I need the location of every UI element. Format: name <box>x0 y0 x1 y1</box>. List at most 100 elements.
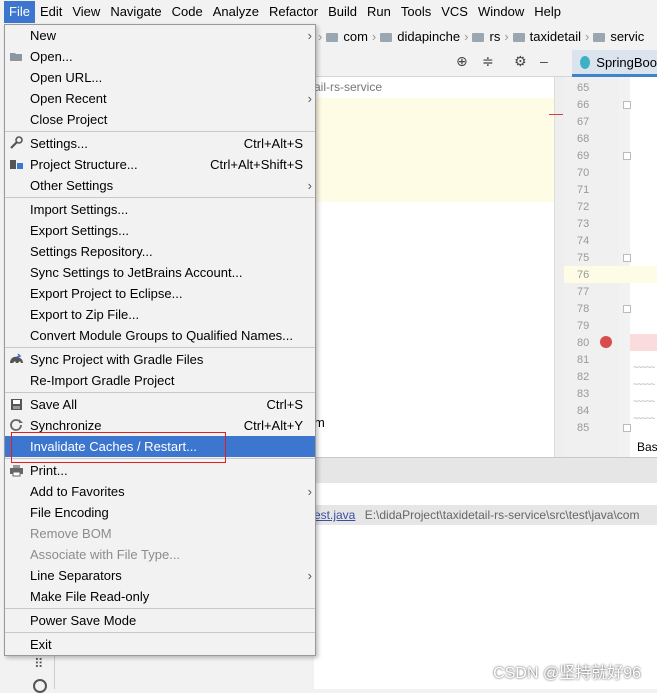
line-number: 75 <box>577 252 590 264</box>
breadcrumb-item[interactable]: com <box>343 29 368 44</box>
collapse-icon[interactable]: ≑ <box>482 53 494 70</box>
menu-analyze[interactable]: Analyze <box>208 1 264 23</box>
menu-item-project-structure[interactable]: Project Structure... Ctrl+Alt+Shift+S <box>5 154 315 175</box>
menu-item-label: Convert Module Groups to Qualified Names… <box>30 328 294 343</box>
menu-window[interactable]: Window <box>473 1 529 23</box>
warning-squiggle: ~~~~~ <box>633 413 655 423</box>
line-number: 78 <box>577 303 590 315</box>
line-number: 69 <box>577 150 590 162</box>
menu-view[interactable]: View <box>67 1 105 23</box>
menu-item-remove-bom: Remove BOM <box>5 523 315 544</box>
line-number: 80 <box>577 337 590 349</box>
breadcrumb-separator: › <box>318 28 323 44</box>
menu-item-label: Re-Import Gradle Project <box>30 373 175 388</box>
spring-boot-icon <box>580 55 591 69</box>
breadcrumb-item[interactable]: didapinche <box>397 29 460 44</box>
line-number: 70 <box>577 167 590 179</box>
breakpoint-icon[interactable] <box>600 336 612 348</box>
menu-navigate[interactable]: Navigate <box>105 1 166 23</box>
menu-item-open-recent[interactable]: Open Recent › <box>5 88 315 109</box>
menu-item-new[interactable]: New › <box>5 25 315 46</box>
breadcrumb-item[interactable]: servic <box>610 29 644 44</box>
menu-item-exit[interactable]: Exit <box>5 634 315 655</box>
menu-item-other-settings[interactable]: Other Settings › <box>5 175 315 196</box>
menu-item-label: Associate with File Type... <box>30 547 181 562</box>
submenu-arrow-icon: › <box>307 91 312 106</box>
run-file-link[interactable]: est.java <box>314 508 355 522</box>
submenu-arrow-icon: › <box>307 178 312 193</box>
menu-item-close-project[interactable]: Close Project <box>5 109 315 130</box>
menu-item-export-zip[interactable]: Export to Zip File... <box>5 304 315 325</box>
menu-vcs[interactable]: VCS <box>436 1 473 23</box>
menu-tools[interactable]: Tools <box>396 1 436 23</box>
menu-item-add-favorites[interactable]: Add to Favorites › <box>5 481 315 502</box>
wrench-icon <box>10 136 23 149</box>
menu-run[interactable]: Run <box>362 1 396 23</box>
submenu-arrow-icon: › <box>307 28 312 43</box>
fold-icon[interactable] <box>623 305 631 313</box>
menu-item-label: Other Settings <box>30 178 114 193</box>
line-number: 83 <box>577 388 590 400</box>
menu-separator <box>5 131 315 132</box>
menu-item-print[interactable]: Print... <box>5 460 315 481</box>
gear-icon[interactable]: ⚙ <box>514 53 527 70</box>
editor-tab[interactable]: SpringBoo <box>572 50 657 77</box>
hide-icon[interactable]: – <box>540 53 548 69</box>
breadcrumb-separator: › <box>464 28 469 44</box>
menu-file[interactable]: File <box>4 1 35 23</box>
menu-help[interactable]: Help <box>529 1 566 23</box>
favorites-icon[interactable] <box>33 679 47 693</box>
menu-item-export-settings[interactable]: Export Settings... <box>5 220 315 241</box>
menu-item-sync-jetbrains[interactable]: Sync Settings to JetBrains Account... <box>5 262 315 283</box>
line-number: 66 <box>577 99 590 111</box>
breadcrumb-separator: › <box>504 28 509 44</box>
menu-item-reimport-gradle[interactable]: Re-Import Gradle Project <box>5 370 315 391</box>
menu-item-label: New <box>30 28 57 43</box>
bottom-panel-header <box>314 457 657 484</box>
menu-item-line-separators[interactable]: Line Separators › <box>5 565 315 586</box>
menu-item-settings[interactable]: Settings... Ctrl+Alt+S <box>5 133 315 154</box>
shortcut-label: Ctrl+Alt+S <box>243 136 303 151</box>
menu-item-label: Settings Repository... <box>30 244 153 259</box>
menu-refactor[interactable]: Refactor <box>264 1 323 23</box>
menu-item-make-readonly[interactable]: Make File Read-only <box>5 586 315 607</box>
breadcrumb-separator: › <box>584 28 590 44</box>
menu-item-export-eclipse[interactable]: Export Project to Eclipse... <box>5 283 315 304</box>
menu-item-settings-repository[interactable]: Settings Repository... <box>5 241 315 262</box>
menu-item-label: Export Settings... <box>30 223 129 238</box>
printer-icon <box>10 465 23 477</box>
menu-item-import-settings[interactable]: Import Settings... <box>5 199 315 220</box>
menu-item-label: Add to Favorites <box>30 484 125 499</box>
menu-item-convert-module[interactable]: Convert Module Groups to Qualified Names… <box>5 325 315 346</box>
warning-squiggle: ~~~~~ <box>633 362 655 372</box>
menu-item-label: Save All <box>30 397 77 412</box>
menu-item-label: Close Project <box>30 112 108 127</box>
menu-item-open-url[interactable]: Open URL... <box>5 67 315 88</box>
breadcrumb-item[interactable]: taxidetail <box>530 29 581 44</box>
menu-build[interactable]: Build <box>323 1 362 23</box>
menu-code[interactable]: Code <box>167 1 208 23</box>
menu-item-label: Make File Read-only <box>30 589 150 604</box>
refresh-icon <box>10 419 23 431</box>
submenu-arrow-icon: › <box>307 568 312 583</box>
menu-item-file-encoding[interactable]: File Encoding <box>5 502 315 523</box>
line-number: 72 <box>577 201 590 213</box>
menu-item-save-all[interactable]: Save All Ctrl+S <box>5 394 315 415</box>
fold-icon[interactable] <box>623 101 631 109</box>
menu-item-label: Sync Project with Gradle Files <box>30 352 204 367</box>
folder-open-icon <box>10 53 22 61</box>
menu-item-open[interactable]: Open... <box>5 46 315 67</box>
menu-edit[interactable]: Edit <box>35 1 67 23</box>
locate-icon[interactable]: ⊕ <box>456 53 468 70</box>
breadcrumb-item[interactable]: rs <box>489 29 500 44</box>
menu-item-sync-gradle[interactable]: Sync Project with Gradle Files <box>5 349 315 370</box>
menu-item-label: Export Project to Eclipse... <box>30 286 183 301</box>
menu-item-power-save[interactable]: Power Save Mode <box>5 610 315 631</box>
structure-icon[interactable]: ⠿ <box>34 656 44 672</box>
fold-icon[interactable] <box>623 152 631 160</box>
menu-separator <box>5 392 315 393</box>
fold-icon[interactable] <box>623 424 631 432</box>
menu-item-label: Project Structure... <box>30 157 138 172</box>
menu-separator <box>5 197 315 198</box>
fold-icon[interactable] <box>623 254 631 262</box>
